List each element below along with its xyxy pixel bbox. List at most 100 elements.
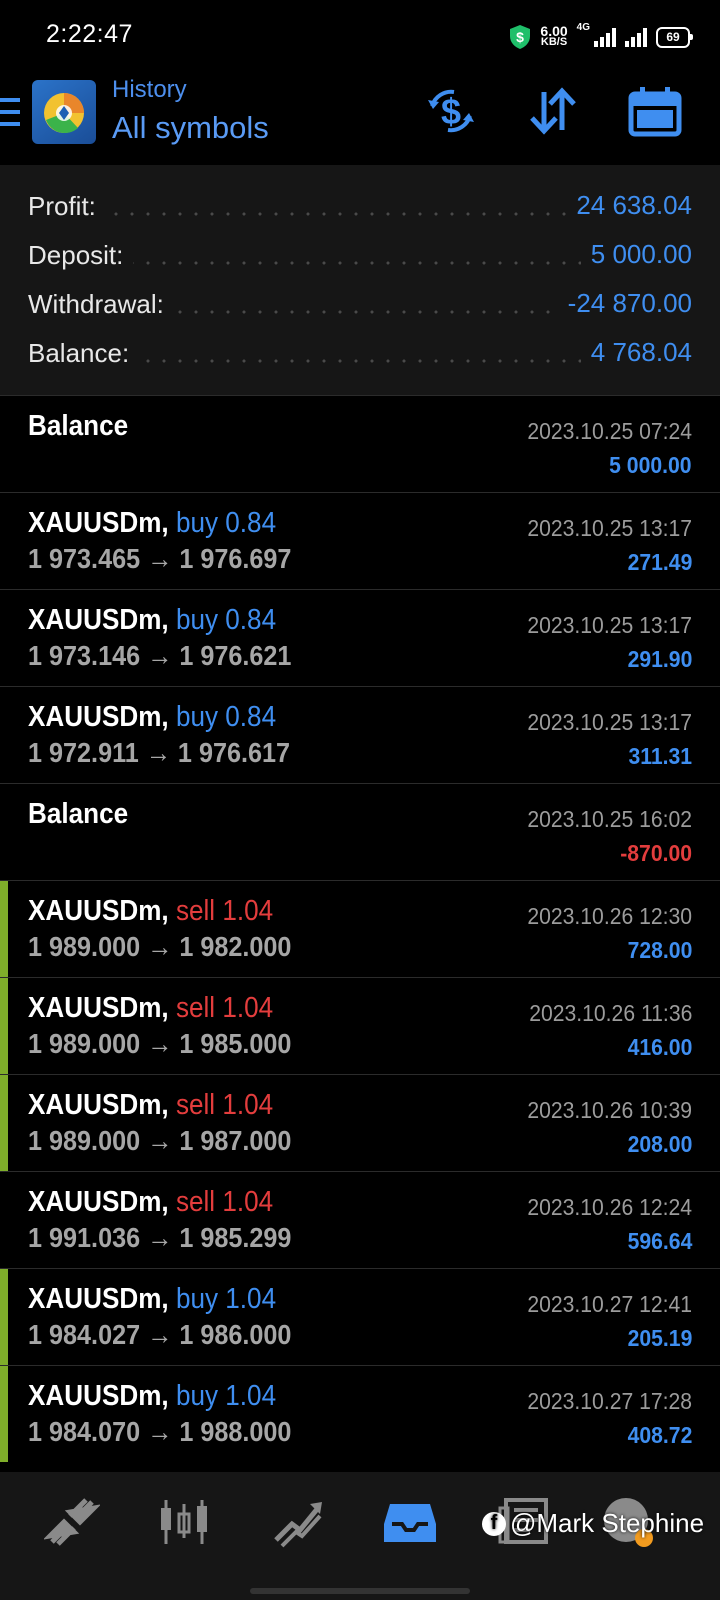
deal-side: buy <box>175 1380 219 1412</box>
facebook-icon: f <box>482 1511 506 1536</box>
symbol-filter[interactable]: All symbols <box>112 110 269 146</box>
arrow-icon: → <box>147 1222 173 1253</box>
metatrader-logo-icon <box>44 93 84 134</box>
deal-prices: 1 973.146 → 1 976.621 <box>28 640 291 672</box>
watermark-text: @Mark Stephine <box>510 1508 705 1538</box>
deal-direction: sell 1.04 <box>176 1089 273 1121</box>
summary-panel: Profit: 24 638.04 Deposit: 5 000.00 With… <box>0 165 720 395</box>
deal-direction: sell 1.04 <box>176 895 273 927</box>
close-price: 1 976.697 <box>179 543 292 574</box>
deal-time: 2023.10.25 13:17 <box>527 515 692 541</box>
bottom-nav: f @Mark Stephine <box>0 1472 720 1600</box>
summary-value: 5 000.00 <box>580 239 692 270</box>
app-logo[interactable] <box>32 80 96 144</box>
deal-prices: 1 973.465 → 1 976.697 <box>28 543 291 575</box>
deal-side: sell <box>175 1186 216 1218</box>
deal-side: buy <box>175 1283 219 1315</box>
deal-symbol: XAUUSDm, <box>28 895 169 927</box>
menu-icon[interactable] <box>0 98 20 130</box>
deal-row[interactable]: XAUUSDm, buy 1.04 1 984.027 → 1 986.000 20… <box>0 1268 720 1365</box>
deal-row[interactable]: XAUUSDm, buy 0.84 1 973.146 → 1 976.621 20… <box>0 589 720 686</box>
deal-direction: buy 1.04 <box>176 1380 276 1412</box>
deal-time: 2023.10.26 10:39 <box>527 1097 692 1123</box>
deal-title: XAUUSDm, buy 1.04 <box>28 1283 276 1316</box>
summary-deposit: Deposit: 5 000.00 <box>28 236 692 276</box>
quotes-icon[interactable] <box>44 1494 100 1550</box>
deal-profit: 311.31 <box>628 743 692 769</box>
summary-label: Withdrawal: <box>28 289 174 320</box>
deal-symbol: XAUUSDm, <box>28 992 169 1024</box>
chart-icon[interactable] <box>156 1494 212 1550</box>
deal-side: sell <box>175 1089 216 1121</box>
deal-time: 2023.10.25 13:17 <box>527 612 692 638</box>
status-bar: 2:22:47 $ 6.00 KB/S 4G 69 <box>0 0 720 72</box>
deal-row[interactable]: XAUUSDm, sell 1.04 1 989.000 → 1 985.000 2… <box>0 977 720 1074</box>
deal-volume: 0.84 <box>225 701 277 733</box>
deal-side: sell <box>175 895 216 927</box>
deal-time: 2023.10.25 13:17 <box>527 709 692 735</box>
deal-title: XAUUSDm, buy 0.84 <box>28 701 276 734</box>
arrow-icon: → <box>147 931 173 962</box>
deal-volume: 0.84 <box>225 507 277 539</box>
deal-profit: 5 000.00 <box>609 452 692 478</box>
calendar-icon[interactable] <box>628 84 682 138</box>
deal-profit: 408.72 <box>627 1422 692 1448</box>
deal-profit: -870.00 <box>620 840 692 866</box>
deal-prices: 1 984.027 → 1 986.000 <box>28 1319 291 1351</box>
deal-symbol: XAUUSDm, <box>28 1186 169 1218</box>
balance-operation-row[interactable]: Balance 2023.10.25 16:02 -870.00 <box>0 783 720 880</box>
deal-side: sell <box>175 992 216 1024</box>
open-price: 1 973.146 <box>28 640 141 671</box>
deal-row[interactable]: XAUUSDm, buy 0.84 1 972.911 → 1 976.617 20… <box>0 686 720 783</box>
arrow-icon: → <box>147 640 173 671</box>
deal-title: Balance <box>28 798 129 830</box>
deal-title: Balance <box>28 410 129 442</box>
open-price: 1 989.000 <box>28 1125 141 1156</box>
home-indicator[interactable] <box>250 1588 470 1594</box>
summary-value: 4 768.04 <box>580 337 692 368</box>
arrow-icon: → <box>147 1125 173 1156</box>
deal-row[interactable]: XAUUSDm, sell 1.04 1 989.000 → 1 987.000 2… <box>0 1074 720 1171</box>
arrow-icon: → <box>147 1028 173 1059</box>
deal-row[interactable]: XAUUSDm, buy 1.04 1 984.070 → 1 988.000 20… <box>0 1365 720 1462</box>
deal-prices: 1 972.911 → 1 976.617 <box>28 737 290 769</box>
deal-profit: 205.19 <box>627 1325 692 1351</box>
deal-time: 2023.10.26 12:24 <box>527 1194 692 1220</box>
summary-balance: Balance: 4 768.04 <box>28 334 692 374</box>
deal-volume: 1.04 <box>222 895 274 927</box>
deal-profit: 291.90 <box>627 646 692 672</box>
trade-icon[interactable] <box>270 1494 326 1550</box>
arrow-icon: → <box>145 737 171 768</box>
deal-title: XAUUSDm, sell 1.04 <box>28 895 273 928</box>
deal-symbol: XAUUSDm, <box>28 1380 169 1412</box>
balance-operation-row[interactable]: Balance 2023.10.25 07:24 5 000.00 <box>0 395 720 492</box>
deal-row[interactable]: XAUUSDm, sell 1.04 1 989.000 → 1 982.000 2… <box>0 880 720 977</box>
deal-profit: 596.64 <box>627 1228 692 1254</box>
deal-title: XAUUSDm, buy 0.84 <box>28 507 276 540</box>
deal-symbol: XAUUSDm, <box>28 604 169 636</box>
summary-label: Deposit: <box>28 240 134 271</box>
summary-withdrawal: Withdrawal: -24 870.00 <box>28 285 692 325</box>
deal-direction: sell 1.04 <box>176 1186 273 1218</box>
deal-row[interactable]: XAUUSDm, buy 0.84 1 973.465 → 1 976.697 20… <box>0 492 720 589</box>
currency-exchange-icon[interactable]: $ <box>424 84 478 138</box>
app-bar: History All symbols $ <box>0 72 720 165</box>
svg-text:$: $ <box>441 91 461 132</box>
deal-prices: 1 989.000 → 1 987.000 <box>28 1125 291 1157</box>
summary-label: Balance: <box>28 338 140 369</box>
deal-title: XAUUSDm, sell 1.04 <box>28 992 273 1025</box>
deal-volume: 1.04 <box>225 1380 277 1412</box>
deal-profit: 728.00 <box>627 937 692 963</box>
sort-icon[interactable] <box>526 84 580 138</box>
deal-title: XAUUSDm, sell 1.04 <box>28 1186 273 1219</box>
close-price: 1 976.621 <box>179 640 292 671</box>
history-icon[interactable] <box>382 1494 438 1550</box>
watermark: f @Mark Stephine <box>482 1508 704 1539</box>
deal-row[interactable]: XAUUSDm, sell 1.04 1 991.036 → 1 985.299 2… <box>0 1171 720 1268</box>
deal-profit: 208.00 <box>627 1131 692 1157</box>
deal-direction: sell 1.04 <box>176 992 273 1024</box>
deal-time: 2023.10.26 11:36 <box>528 1000 692 1026</box>
open-price: 1 984.070 <box>28 1416 141 1447</box>
deal-symbol: XAUUSDm, <box>28 1283 169 1315</box>
deal-title: XAUUSDm, sell 1.04 <box>28 1089 273 1122</box>
